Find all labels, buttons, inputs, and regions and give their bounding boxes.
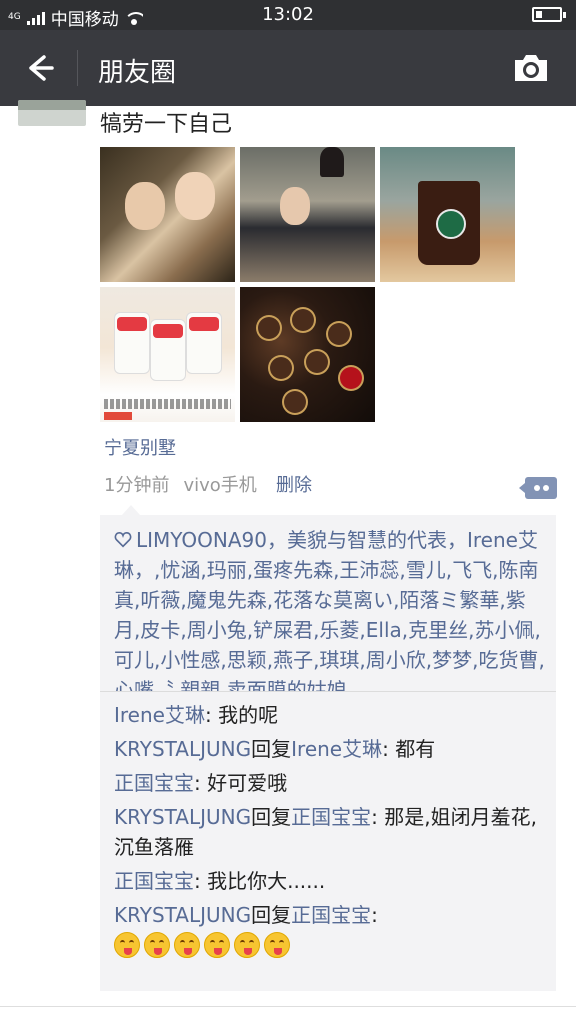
tongue-wink-emoji-icon: [174, 932, 200, 958]
post-location[interactable]: 宁夏别墅: [104, 434, 176, 460]
post-device: vivo手机: [183, 475, 257, 496]
status-bar: 4G 中国移动 13:02: [0, 0, 576, 30]
page-title: 朋友圈: [98, 58, 177, 88]
comment-author[interactable]: KRYSTALJUNG: [114, 903, 251, 927]
reply-word: 回复: [251, 903, 292, 927]
nav-bar: 朋友圈: [0, 30, 576, 106]
comment-text: : 我的呢: [204, 703, 279, 727]
comment-author[interactable]: 正国宝宝: [114, 771, 194, 795]
tongue-wink-emoji-icon: [114, 932, 140, 958]
squint-tongue-emoji-icon: [204, 932, 230, 958]
squint-tongue-emoji-icon: [264, 932, 290, 958]
likes-names[interactable]: LIMYOONA90，美貌与智慧的代表，Irene艾琳，,忧涵,玛丽,蛋疼先森,…: [114, 528, 545, 691]
comment-author[interactable]: KRYSTALJUNG: [114, 737, 251, 761]
comment-text: : 我比你大......: [194, 869, 326, 893]
likes-list: LIMYOONA90，美貌与智慧的代表，Irene艾琳，,忧涵,玛丽,蛋疼先森,…: [100, 515, 556, 691]
post-time: 1分钟前: [104, 475, 170, 496]
comment-item[interactable]: 正国宝宝: 我比你大......: [114, 866, 546, 896]
comment-item[interactable]: Irene艾琳: 我的呢: [114, 700, 546, 730]
post-text: 犒劳一下自己: [100, 112, 233, 137]
comment-list: Irene艾琳: 我的呢 KRYSTALJUNG回复Irene艾琳: 都有 正国…: [100, 692, 556, 958]
nav-divider: [77, 50, 78, 86]
post-meta: 1分钟前 vivo手机: [104, 471, 257, 497]
reply-word: 回复: [251, 805, 292, 829]
comment-text: : 好可爱哦: [194, 771, 288, 795]
comment-item[interactable]: KRYSTALJUNG回复Irene艾琳: 都有: [114, 734, 546, 764]
heart-outline-icon: [114, 531, 132, 548]
comment-item[interactable]: KRYSTALJUNG回复正国宝宝: 那是,姐闭月羞花,沉鱼落雁: [114, 802, 546, 862]
back-arrow-icon[interactable]: [18, 48, 58, 88]
interaction-panel: LIMYOONA90，美貌与智慧的代表，Irene艾琳，,忧涵,玛丽,蛋疼先森,…: [100, 515, 556, 991]
status-time: 13:02: [262, 4, 314, 25]
battery-icon: [532, 7, 566, 22]
panel-arrow: [122, 505, 140, 515]
comment-item[interactable]: KRYSTALJUNG回复正国宝宝:: [114, 900, 546, 958]
comment-text: :: [371, 903, 378, 927]
emoji-row: [114, 932, 546, 958]
avatar[interactable]: [18, 100, 86, 126]
reply-word: 回复: [251, 737, 292, 761]
delete-button[interactable]: 删除: [276, 471, 312, 497]
bottom-divider: [0, 1006, 576, 1007]
comment-reply-to[interactable]: 正国宝宝: [291, 805, 371, 829]
comment-reply-to[interactable]: Irene艾琳: [291, 737, 382, 761]
tongue-wink-emoji-icon: [144, 932, 170, 958]
photo-thumbnail[interactable]: [380, 147, 515, 282]
comment-author[interactable]: 正国宝宝: [114, 869, 194, 893]
photo-thumbnail[interactable]: [100, 287, 235, 422]
photo-thumbnail[interactable]: [240, 287, 375, 422]
photo-thumbnail[interactable]: [100, 147, 235, 282]
comment-author[interactable]: KRYSTALJUNG: [114, 805, 251, 829]
comment-text: : 都有: [382, 737, 436, 761]
comment-author[interactable]: Irene艾琳: [114, 703, 205, 727]
comment-menu-icon[interactable]: [519, 477, 557, 499]
comment-reply-to[interactable]: 正国宝宝: [291, 903, 371, 927]
squint-tongue-emoji-icon: [234, 932, 260, 958]
photo-thumbnail[interactable]: [240, 147, 375, 282]
camera-icon[interactable]: [512, 52, 550, 84]
comment-item[interactable]: 正国宝宝: 好可爱哦: [114, 768, 546, 798]
